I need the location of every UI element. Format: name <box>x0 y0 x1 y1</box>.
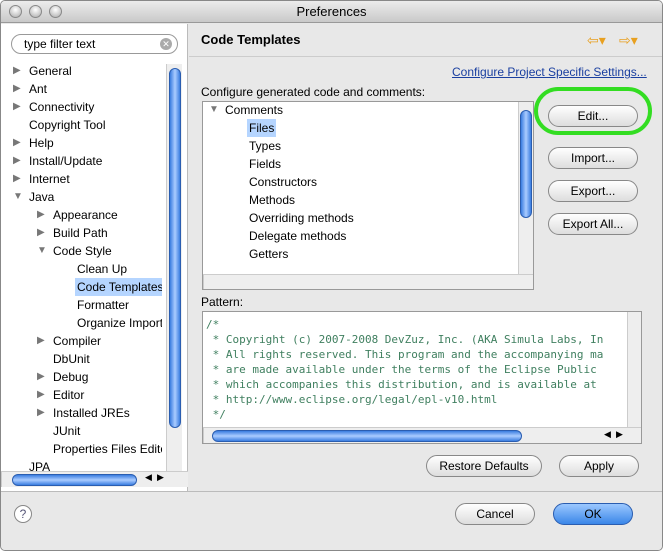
scroll-left-icon[interactable]: ◀ <box>145 472 152 483</box>
sidebar-item[interactable]: Internet <box>27 170 72 188</box>
preferences-window: Preferences type filter text ✕ ▶ General ▶ A… <box>0 0 663 551</box>
scroll-right-icon[interactable]: ▶ <box>157 472 164 483</box>
help-icon[interactable]: ? <box>14 505 32 523</box>
scroll-right-icon[interactable]: ▶ <box>616 429 623 440</box>
template-item[interactable]: Methods <box>247 191 297 209</box>
sidebar-item[interactable]: Appearance <box>51 206 120 224</box>
import-button[interactable]: Import... <box>548 147 638 169</box>
export-button[interactable]: Export... <box>548 180 638 202</box>
pattern-vertical-scrollbar[interactable] <box>627 312 641 427</box>
close-window-button[interactable] <box>9 5 22 18</box>
collapsed-arrow-icon[interactable]: ▶ <box>37 404 45 422</box>
template-item[interactable]: Constructors <box>247 173 319 191</box>
sidebar-item[interactable]: Formatter <box>75 296 131 314</box>
edit-button[interactable]: Edit... <box>548 105 638 127</box>
window-title: Preferences <box>296 4 367 19</box>
configure-project-settings-link[interactable]: Configure Project Specific Settings... <box>452 65 647 79</box>
page-title: Code Templates <box>201 32 301 47</box>
collapsed-arrow-icon[interactable]: ▶ <box>13 152 21 170</box>
templates-horizontal-scrollbar[interactable] <box>203 274 533 289</box>
sidebar-item[interactable]: Java <box>27 188 56 206</box>
collapsed-arrow-icon[interactable]: ▶ <box>13 98 21 116</box>
code-templates-page: Code Templates ⇦▾ ⇨▾ Configure Project S… <box>189 24 662 491</box>
expanded-arrow-icon[interactable]: ▼ <box>37 242 47 260</box>
templates-scroll-thumb[interactable] <box>520 110 532 218</box>
zoom-window-button[interactable] <box>49 5 62 18</box>
sidebar-item[interactable]: Copyright Tool <box>27 116 108 134</box>
cancel-button[interactable]: Cancel <box>455 503 535 525</box>
template-item[interactable]: Types <box>247 137 283 155</box>
sidebar-item[interactable]: DbUnit <box>51 350 92 368</box>
templates-tree: ▼ Comments Files Types Fields Constructors Met… <box>202 101 534 290</box>
collapsed-arrow-icon[interactable]: ▶ <box>37 386 45 404</box>
minimize-window-button[interactable] <box>29 5 42 18</box>
ok-button[interactable]: OK <box>553 503 633 525</box>
pattern-line: * All rights reserved. This program and … <box>206 348 604 361</box>
collapsed-arrow-icon[interactable]: ▶ <box>13 62 21 80</box>
preferences-sidebar: type filter text ✕ ▶ General ▶ Ant ▶ Connectiv… <box>1 24 188 491</box>
back-arrow-icon[interactable]: ⇦▾ <box>587 32 606 49</box>
templates-vertical-scrollbar[interactable] <box>518 102 533 274</box>
template-item[interactable]: Getters <box>247 245 290 263</box>
sidebar-vertical-scrollbar[interactable] <box>166 64 182 476</box>
sidebar-item[interactable]: Install/Update <box>27 152 104 170</box>
pattern-line: * which accompanies this distribution, a… <box>206 378 604 391</box>
pattern-line: /* <box>206 318 220 331</box>
template-item[interactable]: Files <box>247 119 277 137</box>
sidebar-item[interactable]: Code Style <box>51 242 114 260</box>
pattern-line: * http://www.eclipse.org/legal/epl-v10.h… <box>206 393 498 406</box>
template-item[interactable]: Delegate methods <box>247 227 348 245</box>
collapsed-arrow-icon[interactable]: ▶ <box>13 134 21 152</box>
pattern-line: * are made available under the terms of … <box>206 363 604 376</box>
sidebar-item[interactable]: Debug <box>51 368 90 386</box>
sidebar-item[interactable]: Compiler <box>51 332 103 350</box>
sidebar-item[interactable]: Installed JREs <box>51 404 132 422</box>
template-item[interactable]: Fields <box>247 155 283 173</box>
pattern-viewer[interactable]: /* * Copyright (c) 2007-2008 DevZuz, Inc… <box>202 311 642 444</box>
collapsed-arrow-icon[interactable]: ▶ <box>37 368 45 386</box>
collapsed-arrow-icon[interactable]: ▶ <box>37 224 45 242</box>
sidebar-item[interactable]: Help <box>27 134 56 152</box>
filter-placeholder: type filter text <box>24 37 96 51</box>
title-bar: Preferences <box>1 1 662 23</box>
sidebar-item[interactable]: Connectivity <box>27 98 96 116</box>
expanded-arrow-icon[interactable]: ▼ <box>13 188 23 206</box>
sidebar-item[interactable]: Code Templates <box>75 278 162 296</box>
sidebar-item[interactable]: Properties Files Editor <box>51 440 162 458</box>
pattern-line: * Copyright (c) 2007-2008 DevZuz, Inc. (… <box>206 333 604 346</box>
template-item[interactable]: Comments <box>223 101 285 119</box>
clear-filter-icon[interactable]: ✕ <box>160 38 172 50</box>
collapsed-arrow-icon[interactable]: ▶ <box>13 80 21 98</box>
scroll-left-icon[interactable]: ◀ <box>604 429 611 440</box>
forward-arrow-icon[interactable]: ⇨▾ <box>619 32 638 49</box>
pattern-line: */ <box>206 408 226 421</box>
pattern-hscroll-thumb[interactable] <box>212 430 522 442</box>
sidebar-item[interactable]: General <box>27 62 74 80</box>
apply-button[interactable]: Apply <box>559 455 639 477</box>
sidebar-item[interactable]: Build Path <box>51 224 110 242</box>
sidebar-item[interactable]: Editor <box>51 386 86 404</box>
sidebar-item[interactable]: Organize Imports <box>75 314 162 332</box>
filter-input[interactable]: type filter text ✕ <box>11 34 178 54</box>
sidebar-horizontal-scrollbar[interactable]: ◀ ▶ <box>1 471 188 487</box>
restore-defaults-button[interactable]: Restore Defaults <box>426 455 542 477</box>
sidebar-item[interactable]: JUnit <box>51 422 82 440</box>
sidebar-hscroll-thumb[interactable] <box>12 474 137 486</box>
export-all-button[interactable]: Export All... <box>548 213 638 235</box>
collapsed-arrow-icon[interactable]: ▶ <box>37 206 45 224</box>
template-item[interactable]: Overriding methods <box>247 209 356 227</box>
pattern-horizontal-scrollbar[interactable]: ◀ ▶ <box>203 427 641 443</box>
configure-label: Configure generated code and comments: <box>201 85 426 99</box>
collapsed-arrow-icon[interactable]: ▶ <box>13 170 21 188</box>
expanded-arrow-icon[interactable]: ▼ <box>209 101 219 119</box>
sidebar-item[interactable]: Ant <box>27 80 49 98</box>
sidebar-item[interactable]: Clean Up <box>75 260 129 278</box>
sidebar-scroll-thumb[interactable] <box>169 68 181 428</box>
collapsed-arrow-icon[interactable]: ▶ <box>37 332 45 350</box>
pattern-label: Pattern: <box>201 295 244 309</box>
dialog-footer: ? Cancel OK <box>1 491 662 550</box>
